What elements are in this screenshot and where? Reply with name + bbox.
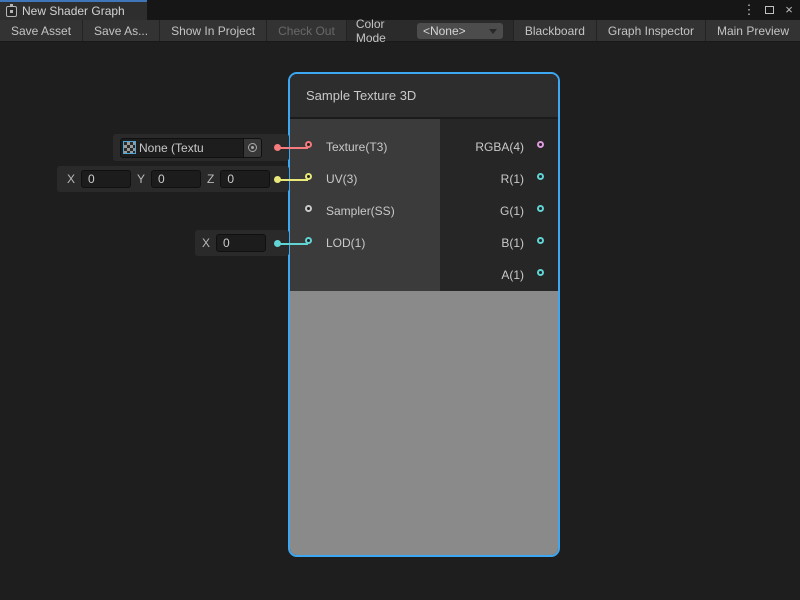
- chevron-down-icon: [489, 29, 497, 34]
- port-label-g: G(1): [500, 204, 524, 218]
- shader-graph-asset-icon: [6, 6, 17, 17]
- lod-x-field[interactable]: 0: [216, 234, 266, 252]
- color-mode-dropdown[interactable]: <None>: [417, 23, 503, 39]
- uv-input-widget: X 0 Y 0 Z 0: [57, 166, 289, 192]
- texture-thumbnail-icon: [123, 141, 136, 154]
- port-label-sampler: Sampler(SS): [326, 204, 395, 218]
- port-label-a: A(1): [501, 268, 524, 282]
- uv-z-field[interactable]: 0: [220, 170, 270, 188]
- port-label-uv: UV(3): [326, 172, 357, 186]
- port-label-texture: Texture(T3): [326, 140, 387, 154]
- port-b-output[interactable]: [537, 237, 544, 244]
- uv-x-field[interactable]: 0: [81, 170, 131, 188]
- texture-edge-wire: [280, 147, 308, 149]
- toolbar: Save Asset Save As... Show In Project Ch…: [0, 20, 800, 42]
- texture-input-widget: None (Textu: [113, 134, 289, 161]
- main-preview-button[interactable]: Main Preview: [705, 20, 800, 41]
- uv-edge-wire: [280, 179, 308, 181]
- object-picker-button[interactable]: [243, 138, 261, 158]
- check-out-button: Check Out: [267, 20, 347, 41]
- uv-y-field[interactable]: 0: [151, 170, 201, 188]
- graph-inspector-button[interactable]: Graph Inspector: [596, 20, 705, 41]
- node-title: Sample Texture 3D: [306, 88, 416, 103]
- node-port-section: Texture(T3) UV(3) Sampler(SS) LOD(1) RGB…: [290, 119, 558, 291]
- save-as-button[interactable]: Save As...: [83, 20, 160, 41]
- port-r-output[interactable]: [537, 173, 544, 180]
- port-label-b: B(1): [501, 236, 524, 250]
- lod-x-label: X: [202, 236, 210, 250]
- texture-object-field[interactable]: None (Textu: [120, 138, 262, 158]
- port-label-r: R(1): [501, 172, 524, 186]
- port-sampler-input[interactable]: [305, 205, 312, 212]
- node-preview: [290, 291, 558, 555]
- show-in-project-button[interactable]: Show In Project: [160, 20, 267, 41]
- node-sample-texture-3d[interactable]: Sample Texture 3D Texture(T3) UV(3) Samp…: [288, 72, 560, 557]
- tab-title: New Shader Graph: [22, 4, 125, 18]
- tab-new-shader-graph[interactable]: New Shader Graph: [0, 0, 147, 20]
- window-controls: ⋮ ×: [742, 0, 796, 20]
- save-asset-button[interactable]: Save Asset: [0, 20, 83, 41]
- blackboard-button[interactable]: Blackboard: [513, 20, 596, 41]
- port-label-lod: LOD(1): [326, 236, 365, 250]
- menu-icon[interactable]: ⋮: [742, 0, 756, 20]
- node-header[interactable]: Sample Texture 3D: [290, 74, 558, 119]
- graph-canvas[interactable]: Sample Texture 3D Texture(T3) UV(3) Samp…: [0, 42, 800, 600]
- port-a-output[interactable]: [537, 269, 544, 276]
- uv-x-label: X: [67, 172, 75, 186]
- port-g-output[interactable]: [537, 205, 544, 212]
- close-icon[interactable]: ×: [782, 0, 796, 20]
- texture-object-value: None (Textu: [139, 141, 243, 155]
- port-label-rgba: RGBA(4): [475, 140, 524, 154]
- color-mode-label: Color Mode: [347, 20, 417, 41]
- lod-edge-wire: [280, 243, 308, 245]
- uv-y-label: Y: [137, 172, 145, 186]
- object-picker-icon: [248, 143, 257, 152]
- color-mode-value: <None>: [423, 24, 466, 38]
- port-rgba-output[interactable]: [537, 141, 544, 148]
- maximize-icon[interactable]: [762, 0, 776, 20]
- uv-z-label: Z: [207, 172, 214, 186]
